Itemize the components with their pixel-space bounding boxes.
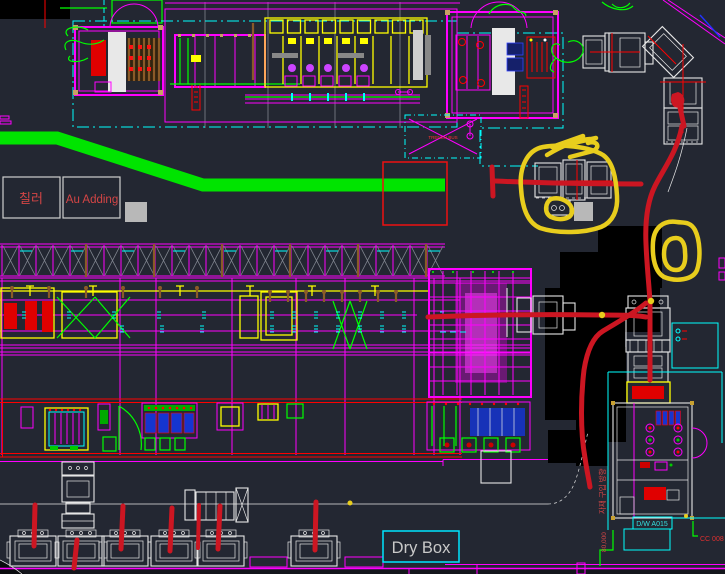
au-adding-label: Au Adding [66,194,118,206]
dw-room-code: D/W A015 [636,521,668,528]
chiller-label: 칠러 [19,191,43,206]
dry-box-text: Dry Box [392,539,451,557]
trench-tag-text: TRENCH BUS [428,135,457,140]
cad-canvas[interactable]: TRENCH BUS 칠러 Au Adding [0,0,725,574]
gray-patch-right [574,202,593,221]
cad-drawing: TRENCH BUS 칠러 Au Adding [0,0,725,574]
material-direction-note: 자재 구입 방향 [597,468,607,514]
dimension-note: 80,000 [601,532,608,552]
cc-code: CC 008 [700,536,724,543]
gray-patch-left [125,202,147,222]
